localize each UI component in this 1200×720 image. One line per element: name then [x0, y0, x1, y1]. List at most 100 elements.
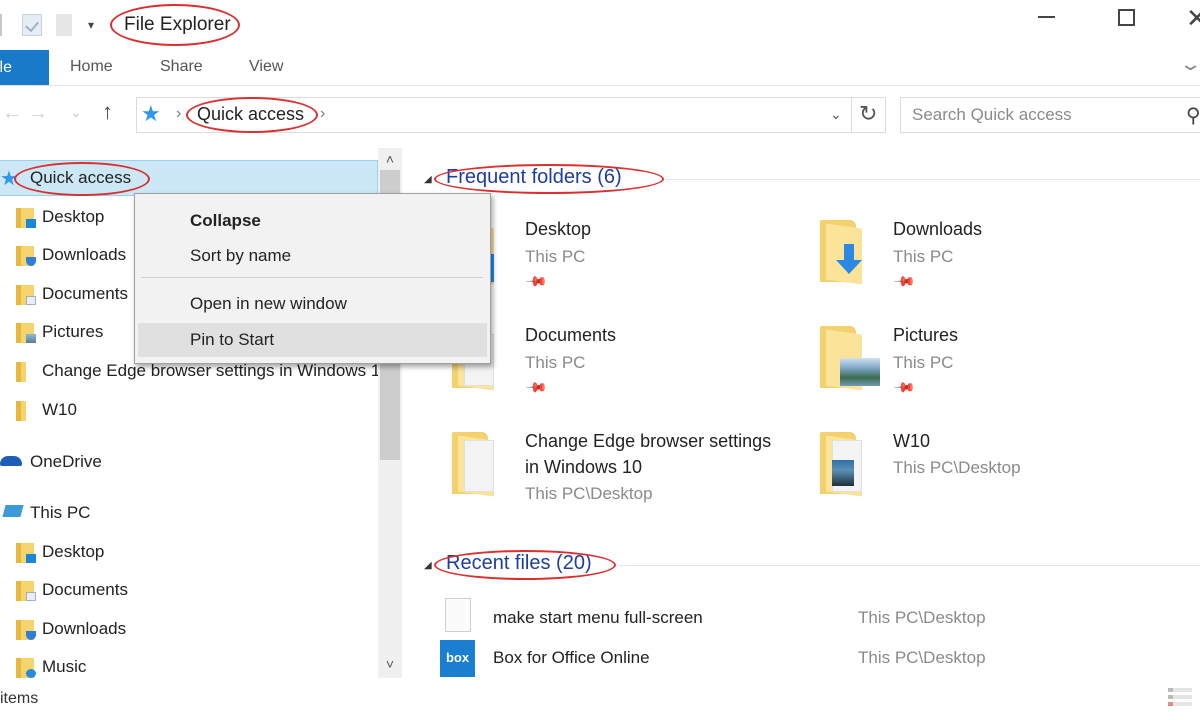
- back-arrow-icon[interactable]: ←: [2, 102, 22, 125]
- folder-name: Pictures: [893, 325, 959, 345]
- pictures-folder-icon: [820, 326, 880, 391]
- nav-item-label: Desktop: [42, 542, 105, 561]
- onedrive-cloud-icon: [0, 456, 22, 466]
- menu-item-sort-by-name[interactable]: Sort by name: [135, 239, 490, 273]
- music-folder-icon: [16, 658, 36, 678]
- file-location: This PC\Desktop: [858, 648, 986, 667]
- refresh-icon[interactable]: ↻: [859, 101, 877, 127]
- tab-home[interactable]: Home: [70, 58, 113, 76]
- tab-share[interactable]: Share: [160, 58, 203, 76]
- folder-tile-w10[interactable]: W10 This PC\Desktop: [820, 430, 1150, 512]
- annotation-oval: [186, 97, 318, 133]
- folder-icon: [16, 362, 26, 382]
- annotation-oval: [434, 164, 664, 194]
- nav-item-label: Documents: [42, 580, 128, 599]
- folder-tile-downloads[interactable]: Downloads This PC 📌: [820, 218, 1150, 300]
- recent-locations-icon[interactable]: ⌄: [70, 104, 82, 121]
- nav-item-label: Music: [42, 657, 87, 676]
- documents-folder-icon: [16, 285, 36, 305]
- section-divider: [618, 565, 1200, 566]
- folder-name: Documents: [525, 325, 617, 345]
- menu-item-label: Sort by name: [190, 246, 292, 265]
- pin-icon: 📌: [525, 375, 549, 399]
- search-icon[interactable]: ⚲: [1186, 103, 1200, 128]
- folder-icon: [820, 432, 866, 497]
- tab-file-label: ile: [0, 59, 13, 76]
- pin-icon: 📌: [525, 269, 549, 293]
- address-dropdown-icon[interactable]: ⌄: [830, 106, 842, 123]
- breadcrumb-separator-icon[interactable]: ›: [320, 105, 325, 123]
- pin-icon: 📌: [893, 269, 917, 293]
- file-name: Box for Office Online: [493, 648, 650, 667]
- collapse-section-icon[interactable]: ◢: [424, 174, 432, 185]
- desktop-folder-icon: [16, 208, 36, 228]
- minimize-icon[interactable]: [1038, 16, 1055, 18]
- desktop-folder-icon: [16, 543, 36, 563]
- folder-tile-documents[interactable]: Documents This PC 📌: [452, 324, 782, 406]
- downloads-folder-icon: [16, 246, 36, 266]
- menu-item-label: Open in new window: [190, 294, 347, 313]
- toolbar-divider: [0, 14, 2, 36]
- folder-location: This PC\Desktop: [525, 484, 653, 503]
- pictures-folder-icon: [16, 323, 36, 343]
- folder-location: This PC: [525, 247, 586, 266]
- folder-tile-desktop[interactable]: Desktop This PC 📌: [452, 218, 782, 300]
- breadcrumb-separator-icon[interactable]: ›: [176, 105, 181, 123]
- dropdown-arrow-icon[interactable]: ▾: [88, 18, 94, 32]
- this-pc-icon: [2, 505, 24, 517]
- nav-item-label: Change Edge browser settings in Windows …: [42, 361, 378, 380]
- folder-name: W10: [893, 431, 931, 451]
- documents-folder-icon: [16, 581, 36, 601]
- folder-icon: [452, 432, 498, 497]
- maximize-icon[interactable]: [1118, 9, 1135, 26]
- collapse-section-icon[interactable]: ◢: [424, 560, 432, 571]
- checkbox-properties-icon[interactable]: [22, 14, 42, 36]
- search-input[interactable]: [900, 97, 1200, 133]
- folder-tile-change-edge[interactable]: Change Edge browser settings in Windows …: [452, 430, 802, 512]
- folder-tile-pictures[interactable]: Pictures This PC 📌: [820, 324, 1150, 406]
- box-app-icon: box: [440, 640, 475, 677]
- nav-item-label: Pictures: [42, 322, 104, 341]
- nav-item-label: This PC: [30, 503, 91, 522]
- recent-file-row[interactable]: Box for Office Online This PC\Desktop: [436, 638, 1200, 678]
- forward-arrow-icon[interactable]: →: [28, 102, 48, 125]
- details-view-icon[interactable]: [1168, 688, 1192, 708]
- menu-item-label: Pin to Start: [190, 330, 275, 349]
- scroll-down-icon[interactable]: ˅: [378, 656, 402, 678]
- nav-item-label: Downloads: [42, 245, 127, 264]
- folder-location: This PC\Desktop: [893, 458, 1021, 477]
- menu-separator: [141, 277, 483, 278]
- nav-item-label: W10: [42, 400, 77, 419]
- annotation-oval: [434, 550, 616, 580]
- menu-item-pin-to-start[interactable]: Pin to Start: [138, 323, 487, 357]
- section-divider: [666, 179, 1200, 180]
- quick-access-star-icon: ★: [141, 101, 161, 126]
- tab-view[interactable]: View: [249, 58, 283, 76]
- up-arrow-icon[interactable]: ↑: [102, 99, 113, 125]
- nav-item-label: Desktop: [42, 207, 105, 226]
- close-icon[interactable]: ✕: [1186, 5, 1200, 31]
- annotation-oval: [110, 4, 240, 46]
- folder-name: Desktop: [525, 219, 592, 239]
- annotation-oval: [14, 162, 150, 196]
- scroll-up-icon[interactable]: ˄: [378, 148, 402, 170]
- menu-item-label: Collapse: [190, 211, 261, 230]
- expand-ribbon-icon[interactable]: ⌄: [1178, 54, 1200, 75]
- menu-item-collapse[interactable]: Collapse: [135, 204, 490, 238]
- nav-item-label: Downloads: [42, 619, 127, 638]
- nav-item-label: Documents: [42, 284, 128, 303]
- downloads-folder-icon: [820, 220, 866, 285]
- text-file-icon: [445, 598, 471, 632]
- menu-item-open-in-new-window[interactable]: Open in new window: [135, 287, 490, 321]
- context-menu: Collapse Sort by name Open in new window…: [134, 193, 491, 364]
- nav-item-label: OneDrive: [30, 452, 102, 471]
- folder-location: This PC: [893, 247, 954, 266]
- tab-file[interactable]: ile: [0, 50, 49, 85]
- folder-icon: [16, 401, 26, 421]
- file-location: This PC\Desktop: [858, 608, 986, 627]
- folder-name: Downloads: [893, 219, 983, 239]
- new-folder-icon[interactable]: [56, 14, 72, 36]
- recent-file-row[interactable]: make start menu full-screen This PC\Desk…: [436, 596, 1200, 636]
- folder-name-line1: Change Edge browser settings: [525, 431, 772, 451]
- folder-location: This PC: [525, 353, 586, 372]
